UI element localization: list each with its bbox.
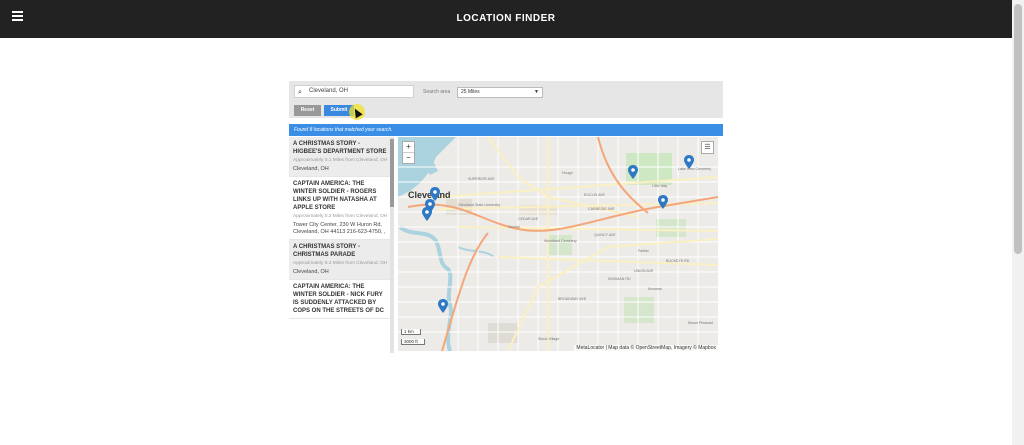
map-street-label: SUPERIOR AVE (468, 177, 495, 181)
map-attribution: MetaLocator | Map data © OpenStreetMap, … (574, 345, 718, 351)
map-street-label: BROADWAY AVE (558, 297, 587, 301)
map-street-label: BUCKEYE RD (666, 259, 690, 263)
result-title[interactable]: A CHRISTMAS STORY - HIGBEE'S DEPARTMENT … (293, 140, 388, 156)
map-street-label: CARNEGIE AVE (588, 207, 615, 211)
map-street-label: Lake View Cemetery (678, 167, 712, 171)
search-area-label: Search area (423, 89, 451, 95)
location-input[interactable]: ⌕ Cleveland, OH (294, 85, 414, 98)
result-distance: Approximately 0.2 Miles from Cleveland, … (293, 214, 388, 219)
map-street-label: Cleveland State University (458, 203, 501, 207)
map-marker-icon[interactable] (438, 299, 448, 313)
result-title[interactable]: A CHRISTMAS STORY - CHRISTMAS PARADE (293, 243, 388, 259)
reset-button[interactable]: Reset (294, 105, 321, 116)
map-street-label: UNION AVE (634, 269, 654, 273)
map-marker-icon[interactable] (422, 207, 432, 221)
map-scale-km: 1 km (401, 329, 421, 335)
location-input-value[interactable]: Cleveland, OH (309, 86, 348, 97)
scrollbar-thumb[interactable] (1014, 4, 1022, 254)
results-status-message: Found 8 locations that matched your sear… (289, 124, 723, 136)
app-title: LOCATION FINDER (456, 13, 556, 24)
map-view[interactable]: Cleveland Cleveland State University Woo… (398, 137, 718, 351)
result-title[interactable]: CAPTAIN AMERICA: THE WINTER SOLDIER - RO… (293, 180, 388, 212)
result-address: Cleveland, OH (293, 166, 329, 172)
result-distance: Approximately 0.2 Miles from Cleveland, … (293, 261, 388, 266)
zoom-out-button[interactable]: − (403, 153, 414, 163)
map-street-label: EUCLID AVE (584, 193, 605, 197)
top-navbar: LOCATION FINDER (0, 0, 1012, 38)
result-item[interactable]: CAPTAIN AMERICA: THE WINTER SOLDIER - RO… (289, 177, 393, 240)
map-street-label: Woodland Cemetery (544, 239, 577, 243)
result-address: Cleveland, OH (293, 269, 329, 275)
page-scrollbar[interactable] (1012, 0, 1024, 445)
map-street-label: Slavic Village (538, 337, 560, 341)
map-street-label: Mount Pleasant (688, 321, 713, 325)
map-street-label: Central (508, 225, 520, 229)
map-street-label: CEDAR AVE (518, 217, 539, 221)
zoom-in-button[interactable]: + (403, 142, 414, 153)
result-title[interactable]: CAPTAIN AMERICA: THE WINTER SOLDIER - NI… (293, 283, 388, 315)
zoom-control: + − (402, 141, 415, 164)
map-scale-ft: 3000 ft (401, 339, 425, 345)
result-item[interactable]: A CHRISTMAS STORY - CHRISTMAS PARADE App… (289, 240, 393, 280)
map-marker-icon[interactable] (684, 155, 694, 169)
result-distance: Approximately 0.1 Miles from Cleveland, … (293, 158, 388, 163)
map-street-label: KINSMAN RD (608, 277, 631, 281)
results-scrollbar[interactable] (390, 137, 394, 353)
results-list[interactable]: A CHRISTMAS STORY - HIGBEE'S DEPARTMENT … (289, 137, 393, 353)
map-street-label: Little Italy (652, 184, 668, 188)
map-tiles (398, 137, 718, 351)
mouse-cursor-icon (349, 104, 367, 122)
location-finder-widget: ⌕ Cleveland, OH Search area 25 Miles ▼ R… (289, 81, 723, 353)
map-street-label: Hough (562, 171, 573, 175)
result-address: Tower City Center, 230 W Huron Rd, Cleve… (293, 222, 386, 235)
map-street-label: Kinsman (648, 287, 662, 291)
search-area-value[interactable]: 25 Miles (461, 88, 480, 97)
layers-icon[interactable]: ☰ (701, 141, 714, 154)
results-scrollbar-thumb[interactable] (390, 139, 394, 207)
map-marker-icon[interactable] (658, 195, 668, 209)
result-item[interactable]: CAPTAIN AMERICA: THE WINTER SOLDIER - NI… (289, 280, 393, 319)
search-icon: ⌕ (298, 89, 302, 96)
map-street-label: Fairfax (638, 249, 649, 253)
map-street-label: QUINCY AVE (594, 233, 616, 237)
dropdown-arrow-icon[interactable]: ▼ (534, 88, 539, 97)
result-item[interactable]: A CHRISTMAS STORY - HIGBEE'S DEPARTMENT … (289, 137, 393, 177)
search-area-select[interactable]: 25 Miles ▼ (457, 87, 543, 98)
map-marker-icon[interactable] (628, 165, 638, 179)
search-bar: ⌕ Cleveland, OH Search area 25 Miles ▼ R… (289, 81, 723, 120)
